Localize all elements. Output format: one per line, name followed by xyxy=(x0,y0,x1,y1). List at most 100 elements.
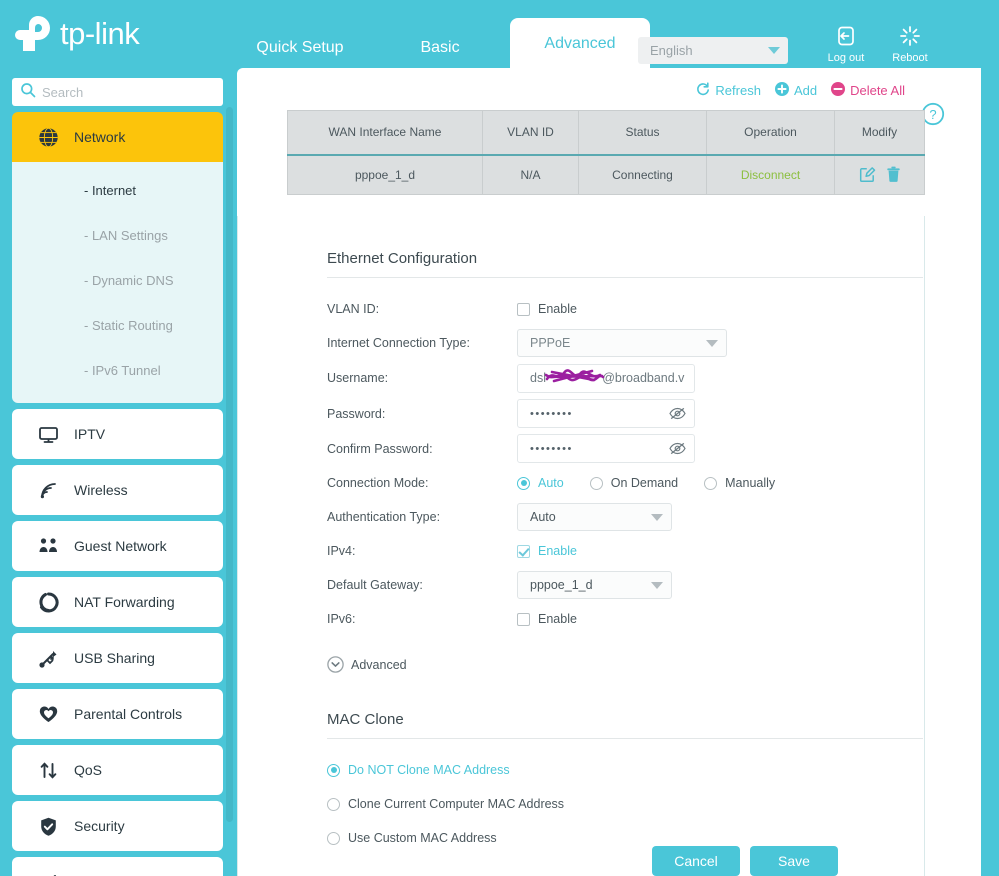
ipv4-checkbox[interactable] xyxy=(517,544,530,558)
save-button[interactable]: Save xyxy=(750,846,838,876)
chevron-down-icon xyxy=(651,513,663,521)
sidebar-item-wireless[interactable]: Wireless xyxy=(12,465,223,515)
sidebar-item-nat-forwarding-row[interactable]: NAT Forwarding xyxy=(12,577,223,627)
cancel-button[interactable]: Cancel xyxy=(652,846,740,876)
chevron-down-icon xyxy=(651,581,663,589)
vlan-id-label: VLAN ID: xyxy=(327,302,380,316)
col-modify: Modify xyxy=(834,110,925,155)
sidebar-item-guest-network-row[interactable]: Guest Network xyxy=(12,521,223,571)
nav-group-network: Network - Internet - LAN Settings - Dyna… xyxy=(12,112,223,403)
reboot-icon xyxy=(880,24,940,48)
ipv6-checkbox[interactable] xyxy=(517,612,530,626)
connection-mode-on-demand[interactable]: On Demand xyxy=(589,476,679,490)
default-gateway-select[interactable]: pppoe_1_d xyxy=(517,571,672,599)
tplink-logo-text: tp-link xyxy=(60,16,140,51)
password-label: Password: xyxy=(327,406,386,421)
tplink-logo: tp-link xyxy=(12,10,212,58)
sidebar-item-usb-sharing[interactable]: USB Sharing xyxy=(12,633,223,683)
cell-status: Connecting xyxy=(578,153,707,195)
connection-mode-on-demand-label: On Demand xyxy=(610,476,679,490)
radio-auto[interactable] xyxy=(517,476,530,490)
add-button[interactable]: Add xyxy=(774,82,817,99)
sidebar-item-security[interactable]: Security xyxy=(12,801,223,851)
logout-icon xyxy=(816,24,876,48)
sidebar-item-wireless-row[interactable]: Wireless xyxy=(12,465,223,515)
nat-icon xyxy=(38,591,68,613)
sidebar-item-vpn-row[interactable]: VPN xyxy=(12,857,223,876)
sidebar-item-iptv-row[interactable]: IPTV xyxy=(12,409,223,459)
advanced-toggle-label: Advanced xyxy=(351,657,407,672)
form-buttons: Cancel Save xyxy=(238,846,926,876)
sidebar-item-network[interactable]: Network xyxy=(12,112,223,162)
sidebar-item-nat-forwarding[interactable]: NAT Forwarding xyxy=(12,577,223,627)
sidebar-item-usb-sharing-row[interactable]: USB Sharing xyxy=(12,633,223,683)
monitor-icon xyxy=(38,424,68,445)
sidebar-item-guest-network[interactable]: Guest Network xyxy=(12,521,223,571)
svg-text:?: ? xyxy=(929,107,936,122)
radio-use-custom[interactable] xyxy=(327,831,340,845)
table-row[interactable]: pppoe_1_d N/A Connecting Disconnect xyxy=(287,153,925,195)
sidebar-item-ipv6-tunnel[interactable]: - IPv6 Tunnel xyxy=(12,348,223,393)
sidebar-item-qos-row[interactable]: QoS xyxy=(12,745,223,795)
logout-button[interactable]: Log out xyxy=(816,24,876,66)
ethernet-config-title: Ethernet Configuration xyxy=(327,250,478,267)
row-password: Password: •••••••• xyxy=(327,396,924,431)
password-input[interactable]: •••••••• xyxy=(517,399,695,428)
language-select[interactable]: English xyxy=(638,37,788,64)
sidebar-item-dynamic-dns[interactable]: - Dynamic DNS xyxy=(12,258,223,303)
connection-mode-auto[interactable]: Auto xyxy=(517,476,564,490)
sidebar-scrollbar[interactable] xyxy=(226,107,233,822)
col-vlan-id: VLAN ID xyxy=(482,110,579,155)
sidebar-item-nat-forwarding-label: NAT Forwarding xyxy=(74,594,175,610)
advanced-toggle[interactable]: Advanced xyxy=(327,656,407,673)
connection-mode-manually[interactable]: Manually xyxy=(704,476,775,490)
radio-on-demand[interactable] xyxy=(589,476,603,490)
connection-type-select[interactable]: PPPoE xyxy=(517,329,727,357)
username-input[interactable]: dsl xxxxxxxxx xyxy=(517,363,695,393)
chevron-down-icon xyxy=(706,339,718,347)
reboot-button[interactable]: Reboot xyxy=(880,24,940,66)
col-operation: Operation xyxy=(706,110,835,155)
tab-advanced[interactable]: Advanced xyxy=(510,18,650,72)
scribble-overlay-icon xyxy=(544,369,605,383)
mac-option-do-not-clone[interactable]: Do NOT Clone MAC Address xyxy=(327,753,924,787)
sidebar-item-lan-settings[interactable]: - LAN Settings xyxy=(12,213,223,258)
search-input[interactable] xyxy=(36,83,223,101)
radio-manually[interactable] xyxy=(704,476,718,490)
mac-option-do-not-clone-label: Do NOT Clone MAC Address xyxy=(348,763,510,777)
main-tabs: Quick Setup Basic Advanced xyxy=(230,0,650,72)
arrows-updown-icon xyxy=(38,760,68,781)
radio-clone-current[interactable] xyxy=(327,797,340,811)
search-box[interactable] xyxy=(12,78,223,106)
chevron-down-icon xyxy=(768,47,780,54)
username-suffix: @broadband.v xyxy=(602,371,685,385)
refresh-button[interactable]: Refresh xyxy=(696,82,761,99)
wifi-icon xyxy=(38,480,68,501)
disconnect-link[interactable]: Disconnect xyxy=(706,153,835,195)
edit-icon[interactable] xyxy=(859,166,876,183)
vlan-id-checkbox[interactable] xyxy=(517,302,530,316)
password-value: •••••••• xyxy=(530,407,573,420)
sidebar-item-vpn[interactable]: VPN xyxy=(12,857,223,876)
auth-type-select[interactable]: Auto xyxy=(517,503,672,531)
ipv4-enable-label: Enable xyxy=(538,544,577,558)
confirm-password-input[interactable]: •••••••• xyxy=(517,434,695,463)
delete-all-button[interactable]: Delete All xyxy=(831,82,905,99)
sidebar-item-security-row[interactable]: Security xyxy=(12,801,223,851)
sidebar-item-iptv[interactable]: IPTV xyxy=(12,409,223,459)
row-ipv6: IPv6: Enable xyxy=(327,602,924,636)
delete-icon[interactable] xyxy=(886,166,901,183)
sidebar-item-parental-controls-row[interactable]: Parental Controls xyxy=(12,689,223,739)
mac-option-clone-current[interactable]: Clone Current Computer MAC Address xyxy=(327,787,924,821)
refresh-icon xyxy=(696,82,710,99)
sidebar: Network - Internet - LAN Settings - Dyna… xyxy=(0,72,237,876)
sidebar-item-parental-controls[interactable]: Parental Controls xyxy=(12,689,223,739)
eye-off-icon[interactable] xyxy=(669,442,686,455)
radio-do-not-clone[interactable] xyxy=(327,763,340,777)
sidebar-item-qos[interactable]: QoS xyxy=(12,745,223,795)
sidebar-item-static-routing[interactable]: - Static Routing xyxy=(12,303,223,348)
minus-circle-icon xyxy=(831,82,846,99)
refresh-label: Refresh xyxy=(715,83,761,98)
eye-off-icon[interactable] xyxy=(669,407,686,420)
sidebar-item-internet[interactable]: - Internet xyxy=(12,168,223,213)
